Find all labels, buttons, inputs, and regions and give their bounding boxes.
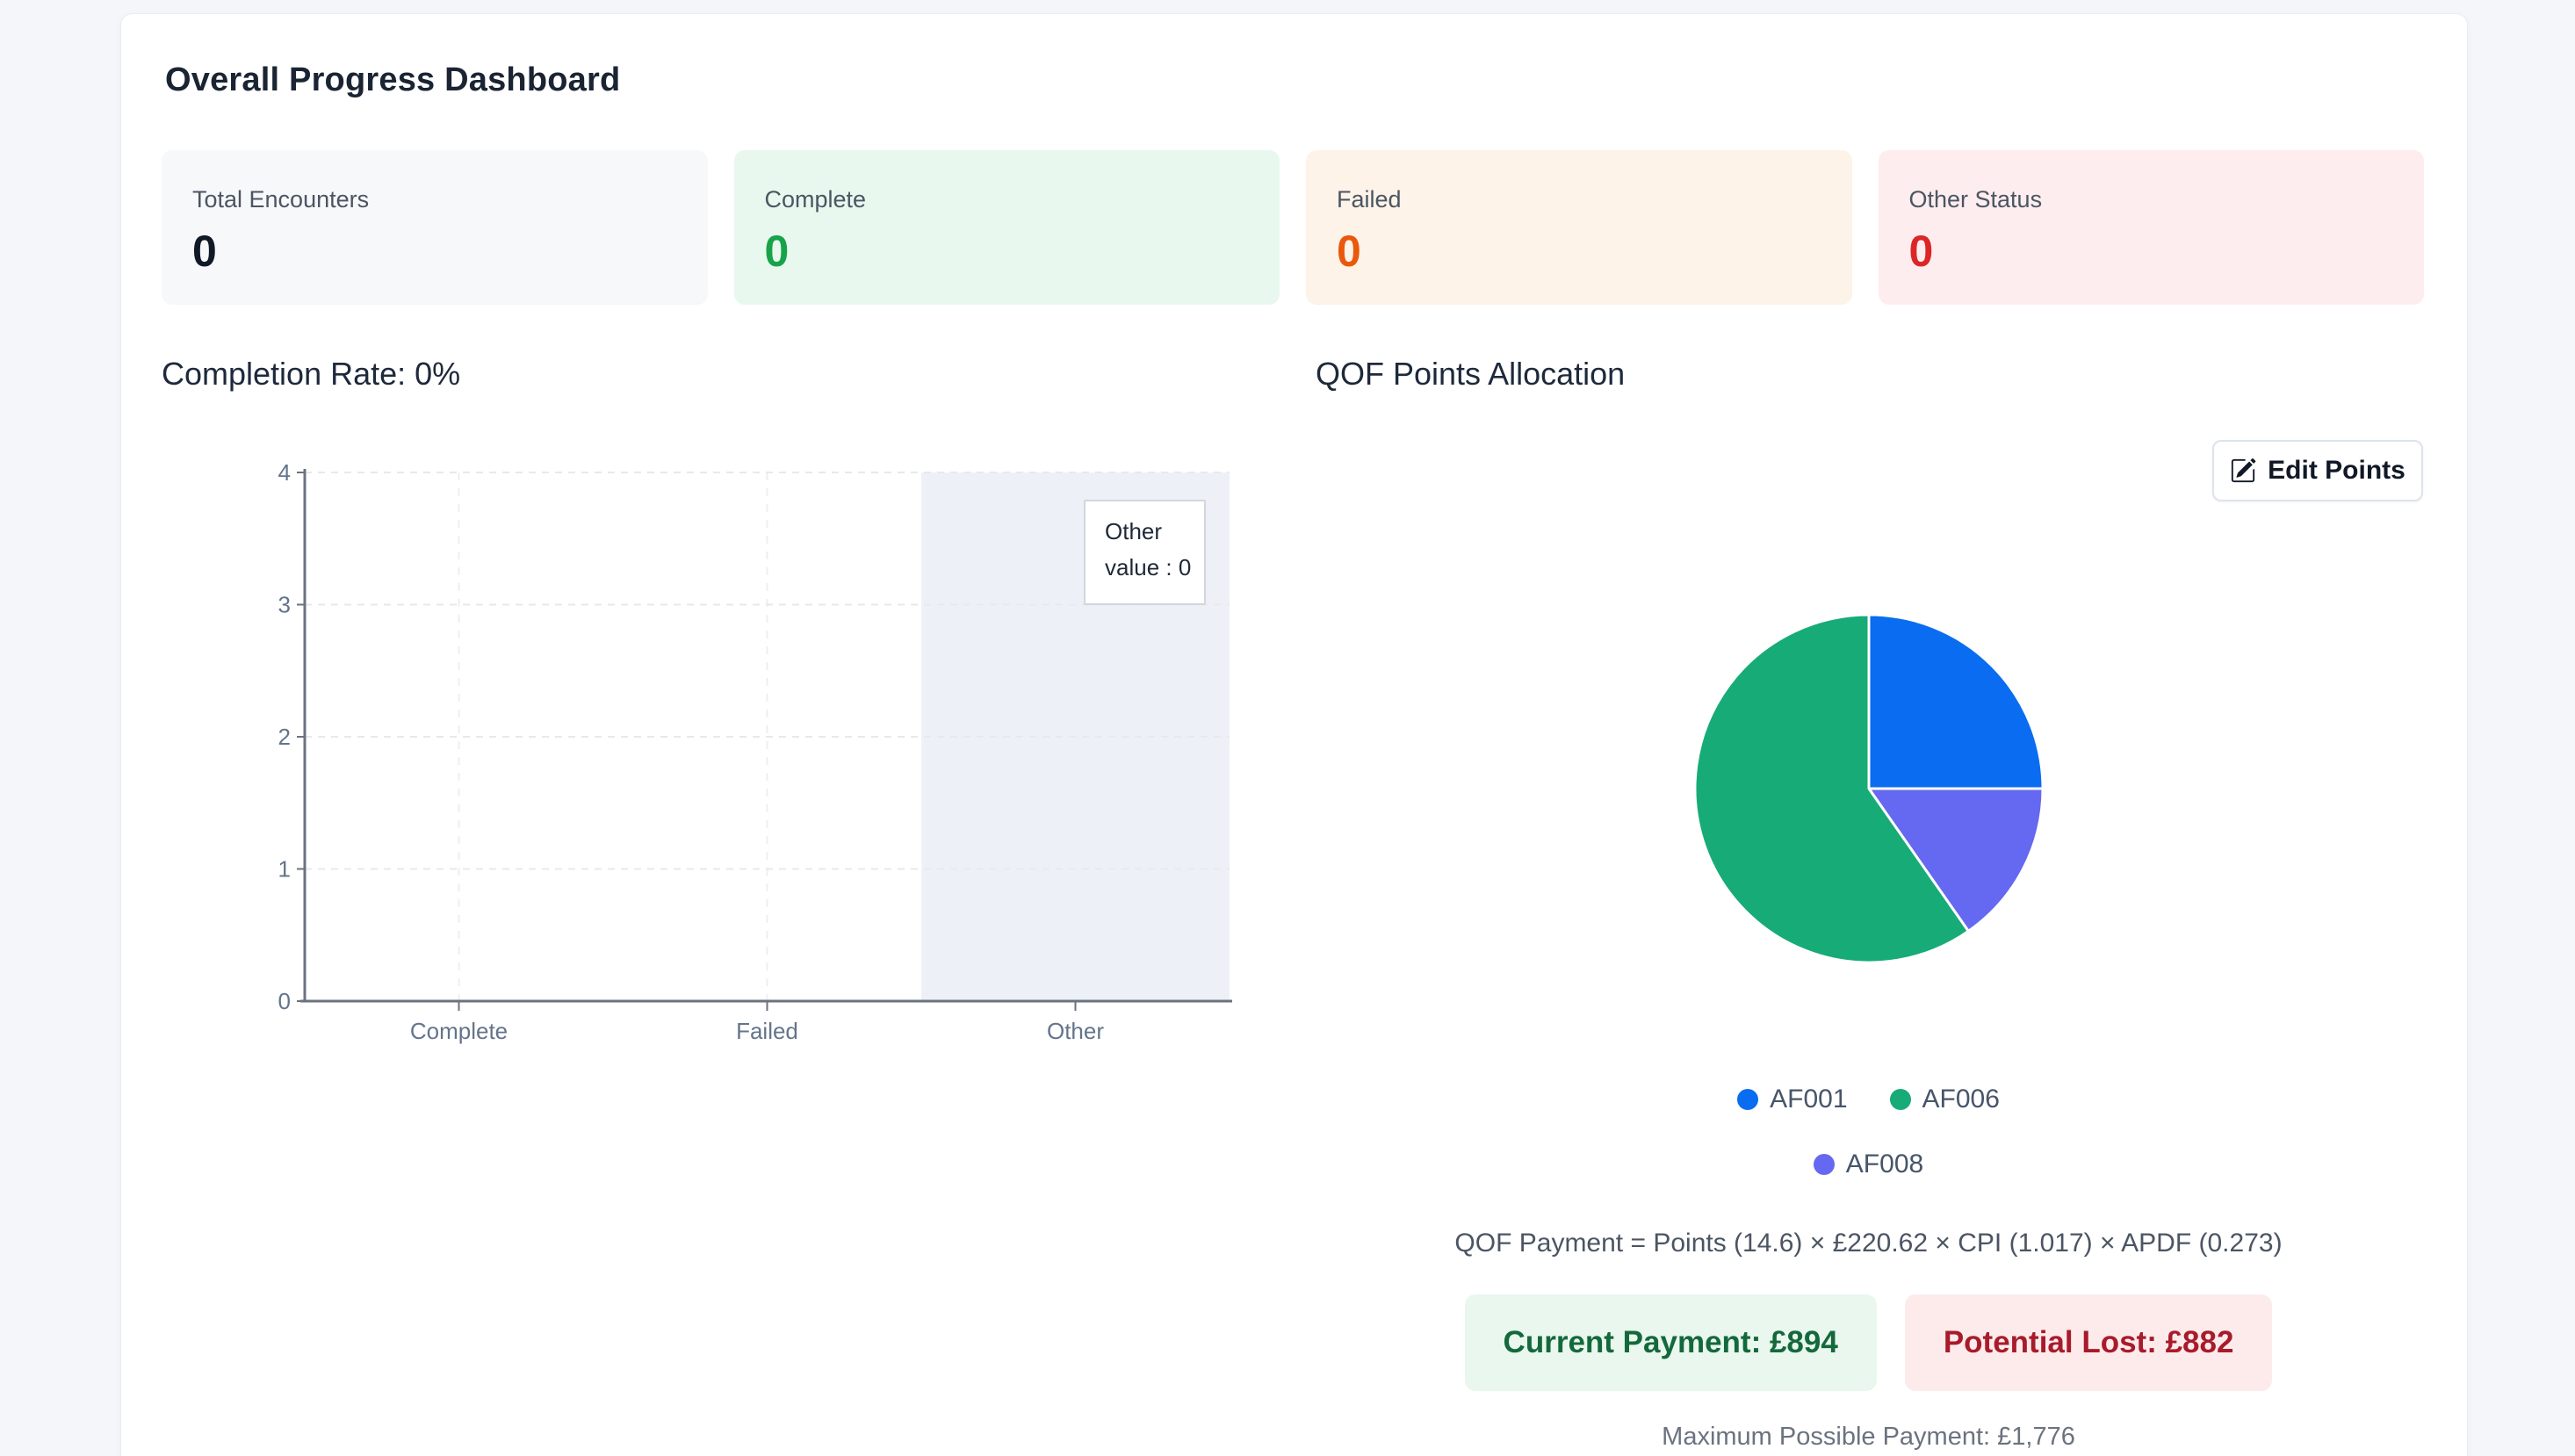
qof-payment-formula: QOF Payment = Points (14.6) × £220.62 × …	[1454, 1229, 2283, 1258]
stat-card-label: Total Encounters	[192, 186, 370, 213]
pie-slice-AF001[interactable]	[1867, 613, 2045, 790]
tooltip-value: value : 0	[1105, 554, 1192, 580]
max-payment-text: Maximum Possible Payment: £1,776	[1662, 1423, 2075, 1451]
legend-dot-icon	[1813, 1154, 1835, 1175]
stat-card-value: 0	[764, 227, 790, 276]
page-background: Overall Progress Dashboard Total Encount…	[0, 0, 2575, 1456]
qof-points-title: QOF Points Allocation	[1316, 356, 1626, 392]
stat-card-other-status: Other Status 0	[1878, 150, 2424, 305]
stat-card-failed: Failed 0	[1306, 150, 1852, 305]
qof-points-pie-chart[interactable]	[1686, 606, 2052, 971]
stat-card-total-encounters: Total Encounters 0	[162, 150, 708, 305]
stat-card-label: Complete	[764, 186, 867, 213]
stat-card-label: Other Status	[1908, 186, 2043, 213]
payment-summary-row: Current Payment: £894 Potential Lost: £8…	[1287, 1294, 2450, 1391]
current-payment-box: Current Payment: £894	[1464, 1294, 1877, 1391]
x-axis-category-label: Other	[1047, 1018, 1104, 1044]
edit-points-label: Edit Points	[2268, 456, 2405, 485]
y-axis-tick-label: 3	[278, 592, 291, 618]
edit-points-button[interactable]: Edit Points	[2212, 440, 2423, 501]
pie-legend: AF001 AF006 AF008	[1287, 1084, 2450, 1180]
y-axis-tick-label: 2	[278, 724, 291, 750]
stat-card-value: 0	[1337, 227, 1361, 276]
pencil-square-icon	[2232, 458, 2256, 483]
completion-rate-bar-chart[interactable]: 0 1 2 3 4 Complete Failed Other	[244, 453, 1386, 1068]
x-axis-category-label: Complete	[410, 1018, 508, 1044]
tooltip-title: Other	[1105, 518, 1163, 544]
y-axis-tick-label: 1	[278, 856, 291, 883]
legend-item-AF006[interactable]: AF006	[1889, 1084, 2000, 1115]
y-axis-tick-label: 0	[278, 988, 291, 1014]
legend-label: AF008	[1845, 1150, 1924, 1178]
legend-item-AF008[interactable]: AF008	[1813, 1149, 1924, 1180]
page-title: Overall Progress Dashboard	[165, 61, 621, 98]
chart-tooltip: Other value : 0	[1084, 500, 1206, 605]
legend-label: AF001	[1770, 1085, 1848, 1114]
legend-label: AF006	[1922, 1085, 2000, 1114]
x-axis-category-label: Failed	[736, 1018, 798, 1044]
stat-card-label: Failed	[1337, 186, 1402, 213]
stat-card-value: 0	[192, 227, 217, 276]
stat-card-complete: Complete 0	[733, 150, 1280, 305]
dashboard-panel: Overall Progress Dashboard Total Encount…	[120, 13, 2468, 1456]
potential-lost-box: Potential Lost: £882	[1904, 1294, 2273, 1391]
stat-cards-row: Total Encounters 0 Complete 0 Failed 0 O…	[162, 150, 2424, 305]
legend-dot-icon	[1737, 1089, 1759, 1110]
y-axis-tick-label: 4	[278, 459, 291, 486]
completion-rate-title: Completion Rate: 0%	[162, 356, 461, 392]
stat-card-value: 0	[1908, 227, 1934, 276]
legend-item-AF001[interactable]: AF001	[1737, 1084, 1848, 1115]
legend-dot-icon	[1889, 1089, 1911, 1110]
pie-legend-items: AF001 AF006 AF008	[1720, 1084, 2018, 1180]
